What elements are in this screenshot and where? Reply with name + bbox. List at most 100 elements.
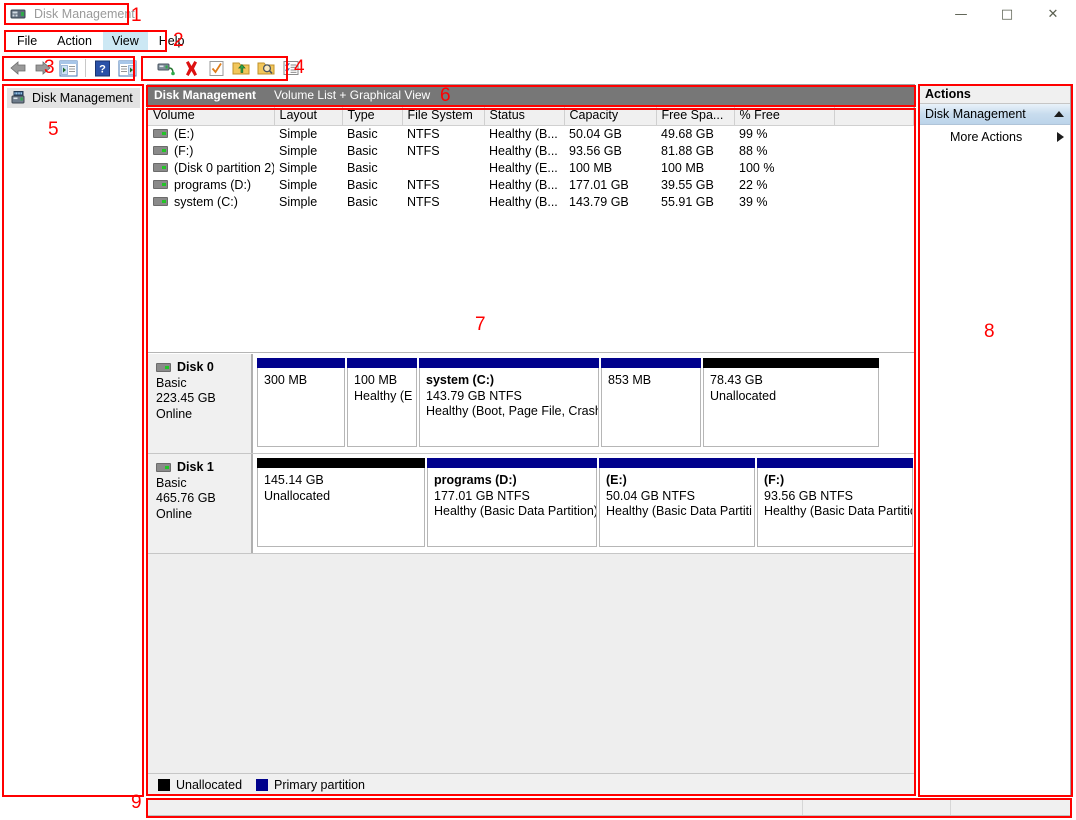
partition-text-line-1: system (C:) xyxy=(426,373,592,389)
partition-color-bar xyxy=(257,458,425,468)
column-header-pct-free[interactable]: % Free xyxy=(734,105,834,125)
volume-drive-icon xyxy=(153,197,168,206)
disk-name-line: Disk 0 xyxy=(156,360,243,376)
window-title: Disk Management xyxy=(34,7,135,21)
partition-text-line-2: 100 MB xyxy=(354,373,410,389)
menu-file[interactable]: File xyxy=(8,31,46,51)
cell-free-space: 55.91 GB xyxy=(656,193,734,210)
disk-type: Basic xyxy=(156,376,243,392)
partition-text-line-2: 143.79 GB NTFS xyxy=(426,389,592,405)
close-button[interactable]: ✕ xyxy=(1030,0,1076,28)
column-header-type[interactable]: Type xyxy=(342,105,402,125)
menu-help[interactable]: Help xyxy=(150,31,194,51)
volume-drive-icon xyxy=(153,163,168,172)
cell-file-system xyxy=(402,159,484,176)
cell-volume-label: (E:) xyxy=(174,127,194,141)
status-segment-main xyxy=(148,799,802,815)
show-hide-console-tree-icon[interactable] xyxy=(56,57,80,79)
chevron-right-icon[interactable] xyxy=(1057,132,1064,142)
partition-block[interactable]: (F:)93.56 GB NTFSHealthy (Basic Data Par… xyxy=(757,458,913,547)
disk-partitions: 300 MB100 MBHealthy (Esystem (C:)143.79 … xyxy=(253,354,914,453)
export-list-icon[interactable] xyxy=(229,57,253,79)
cell-capacity: 100 MB xyxy=(564,159,656,176)
partition-block[interactable]: 78.43 GBUnallocated xyxy=(703,358,879,447)
cell-pct-free: 99 % xyxy=(734,125,834,142)
column-header-volume[interactable]: Volume xyxy=(148,105,274,125)
more-actions-item[interactable]: More Actions xyxy=(920,125,1070,149)
disk-info-panel[interactable]: Disk 0Basic223.45 GBOnline xyxy=(148,354,253,453)
partition-details: programs (D:)177.01 GB NTFSHealthy (Basi… xyxy=(427,468,597,547)
disk-management-tree-icon xyxy=(11,90,27,106)
disk-row: Disk 0Basic223.45 GBOnline300 MB100 MBHe… xyxy=(148,354,914,454)
partition-text-line-3: Healthy (Basic Data Partitior xyxy=(764,504,906,520)
table-row[interactable]: (Disk 0 partition 2)SimpleBasicHealthy (… xyxy=(148,159,914,176)
status-bar xyxy=(147,798,1071,816)
partition-color-bar xyxy=(419,358,599,368)
legend-swatch xyxy=(256,779,268,791)
cell-layout: Simple xyxy=(274,193,342,210)
column-header-capacity[interactable]: Capacity xyxy=(564,105,656,125)
menu-action[interactable]: Action xyxy=(48,31,101,51)
cell-free-space: 39.55 GB xyxy=(656,176,734,193)
table-row[interactable]: programs (D:)SimpleBasicNTFSHealthy (B..… xyxy=(148,176,914,193)
partition-text-line-2: 78.43 GB xyxy=(710,373,872,389)
delete-volume-icon[interactable] xyxy=(179,57,203,79)
disks-container: Disk 0Basic223.45 GBOnline300 MB100 MBHe… xyxy=(148,354,914,554)
disk-info-panel[interactable]: Disk 1Basic465.76 GBOnline xyxy=(148,454,253,553)
chevron-up-icon[interactable] xyxy=(1054,111,1064,117)
title-bar: Disk Management — □ ✕ xyxy=(0,0,1076,28)
partition-block[interactable]: (E:)50.04 GB NTFSHealthy (Basic Data Par… xyxy=(599,458,755,547)
back-icon[interactable] xyxy=(6,57,30,79)
center-header-title: Disk Management xyxy=(148,88,256,102)
table-row[interactable]: (F:)SimpleBasicNTFSHealthy (B...93.56 GB… xyxy=(148,142,914,159)
cell-file-system: NTFS xyxy=(402,142,484,159)
show-hide-action-pane-icon[interactable] xyxy=(115,57,139,79)
rescan-disks-icon[interactable] xyxy=(154,57,178,79)
status-segment-3 xyxy=(950,799,1070,815)
help-icon[interactable]: ? xyxy=(90,57,114,79)
partition-color-bar xyxy=(347,358,417,368)
maximize-button[interactable]: □ xyxy=(984,0,1030,28)
partition-block[interactable]: 145.14 GBUnallocated xyxy=(257,458,425,547)
partition-block[interactable]: 100 MBHealthy (E xyxy=(347,358,417,447)
partition-details: system (C:)143.79 GB NTFSHealthy (Boot, … xyxy=(419,368,599,447)
partition-details: (E:)50.04 GB NTFSHealthy (Basic Data Par… xyxy=(599,468,755,547)
cell-volume-label: system (C:) xyxy=(174,195,238,209)
actions-group-disk-management[interactable]: Disk Management xyxy=(920,104,1070,125)
partition-color-bar xyxy=(757,458,913,468)
partition-text-line-1: programs (D:) xyxy=(434,473,590,489)
find-icon[interactable] xyxy=(254,57,278,79)
cell-type: Basic xyxy=(342,142,402,159)
partition-block[interactable]: system (C:)143.79 GB NTFSHealthy (Boot, … xyxy=(419,358,599,447)
menu-bar: File Action View Help xyxy=(0,30,1076,52)
partition-text-line-2: 177.01 GB NTFS xyxy=(434,489,590,505)
annotation-number: 3 xyxy=(44,58,55,77)
column-header-filler[interactable] xyxy=(834,105,914,125)
column-header-layout[interactable]: Layout xyxy=(274,105,342,125)
cell-free-space: 49.68 GB xyxy=(656,125,734,142)
partition-block[interactable]: programs (D:)177.01 GB NTFSHealthy (Basi… xyxy=(427,458,597,547)
column-header-status[interactable]: Status xyxy=(484,105,564,125)
cell-type: Basic xyxy=(342,159,402,176)
minimize-button[interactable]: — xyxy=(938,0,984,28)
annotation-number: 2 xyxy=(173,31,184,50)
cell-volume-label: (F:) xyxy=(174,144,193,158)
partition-block[interactable]: 300 MB xyxy=(257,358,345,447)
partition-text-line-2: 853 MB xyxy=(608,373,694,389)
table-row[interactable]: system (C:)SimpleBasicNTFSHealthy (B...1… xyxy=(148,193,914,210)
annotation-number: 7 xyxy=(475,315,486,334)
actions-pane-header: Actions xyxy=(920,85,1070,104)
column-header-file-system[interactable]: File System xyxy=(402,105,484,125)
sidebar-item-disk-management[interactable]: Disk Management xyxy=(7,88,140,108)
cell-pct-free: 39 % xyxy=(734,193,834,210)
menu-view[interactable]: View xyxy=(103,31,148,51)
disk-size: 223.45 GB xyxy=(156,391,243,407)
partition-block[interactable]: 853 MB xyxy=(601,358,701,447)
svg-text:?: ? xyxy=(99,63,106,75)
cell-layout: Simple xyxy=(274,176,342,193)
properties-check-icon[interactable] xyxy=(204,57,228,79)
cell-status: Healthy (B... xyxy=(484,193,564,210)
column-header-free-space[interactable]: Free Spa... xyxy=(656,105,734,125)
cell-volume: (F:) xyxy=(148,142,274,159)
table-row[interactable]: (E:)SimpleBasicNTFSHealthy (B...50.04 GB… xyxy=(148,125,914,142)
